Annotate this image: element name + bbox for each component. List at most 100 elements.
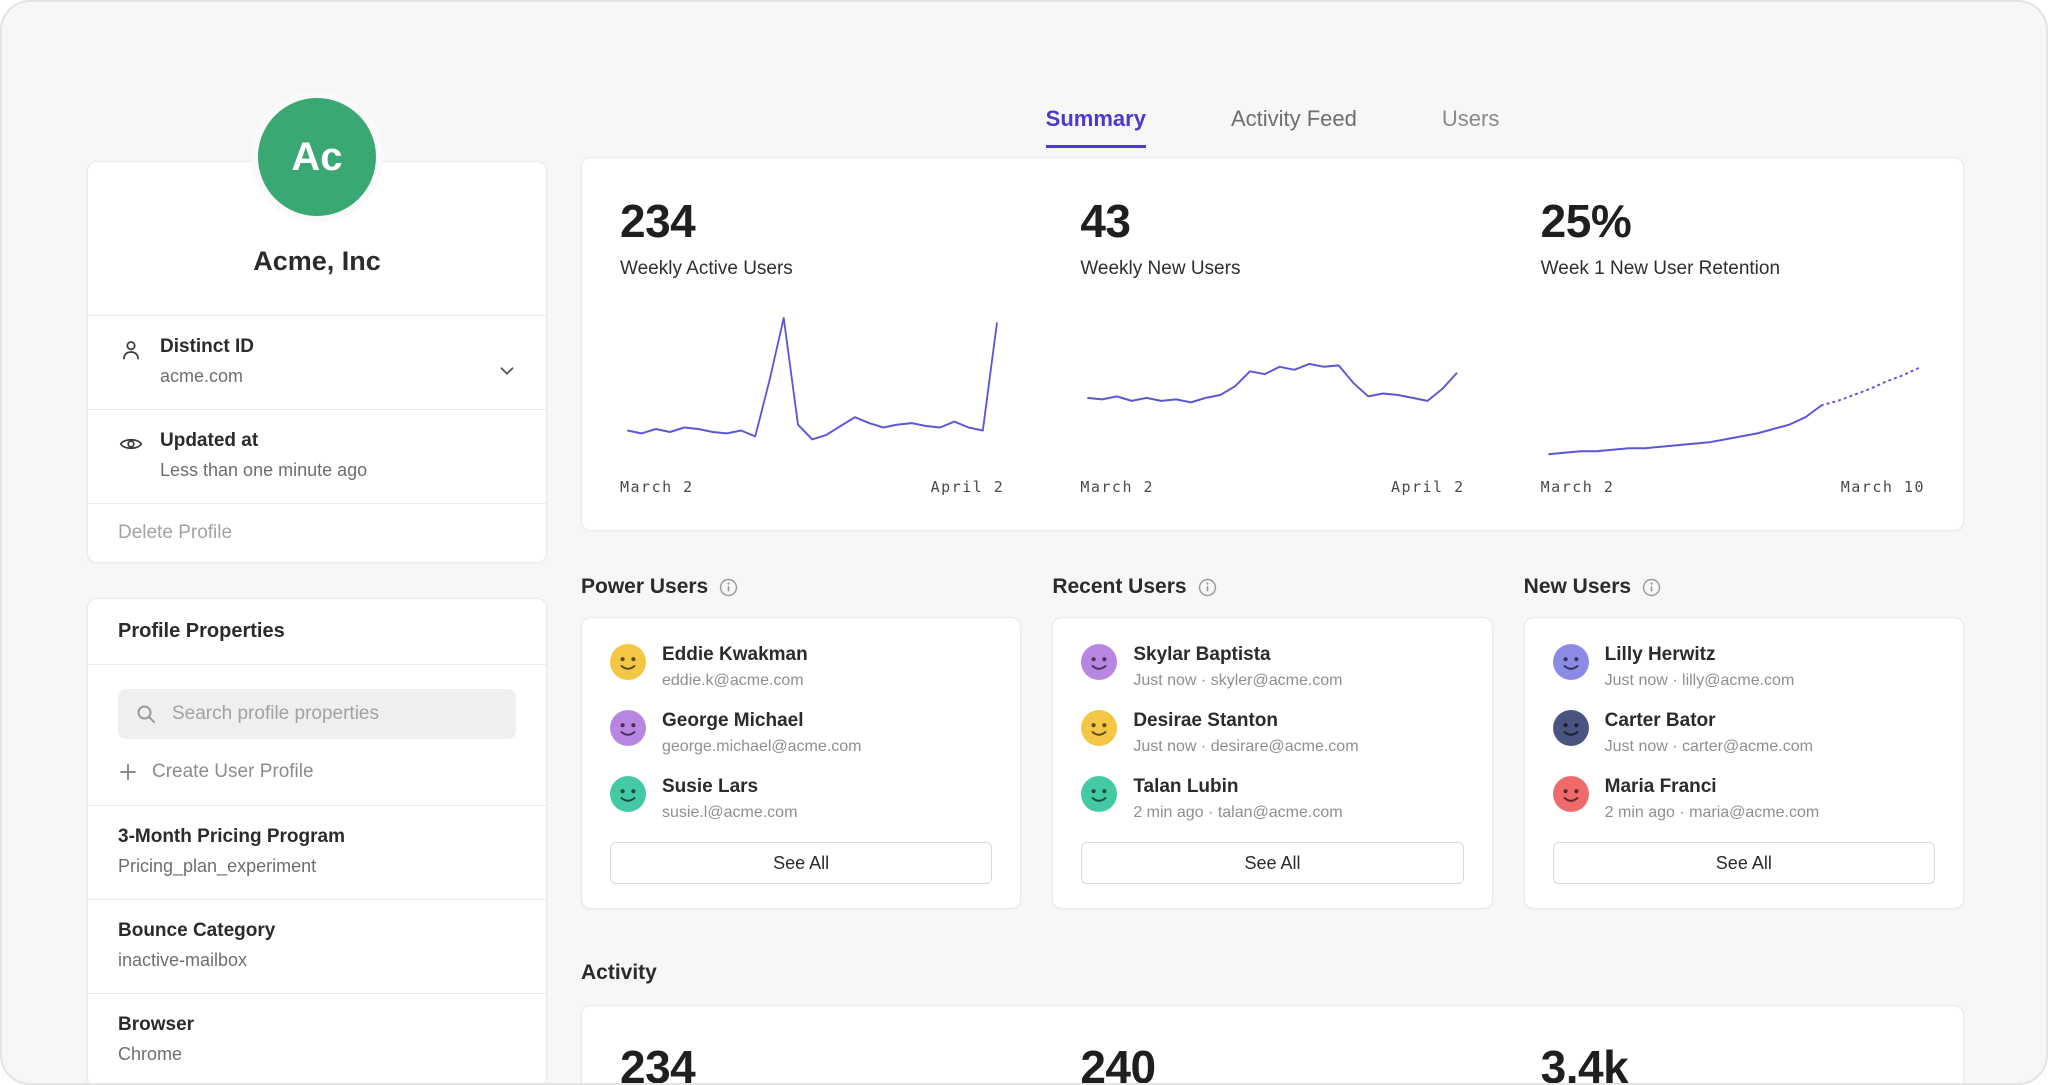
see-all-button[interactable]: See All [1081, 842, 1463, 884]
list-header: Recent Users [1052, 575, 1492, 599]
list-title: New Users [1524, 575, 1631, 599]
updated-at-row: Updated at Less than one minute ago [88, 409, 546, 503]
list-header: New Users [1524, 575, 1964, 599]
company-avatar: Ac [251, 91, 383, 223]
user-avatar [610, 644, 646, 680]
activity-section-title: Activity [581, 961, 1964, 985]
user-detail: eddie.k@acme.com [662, 672, 808, 690]
user-name: Desirae Stanton [1133, 710, 1358, 732]
info-icon[interactable] [1642, 578, 1661, 597]
user-detail: Just now · carter@acme.com [1605, 738, 1813, 756]
app-window: Ac Acme, Inc Distinct ID acme.com [0, 0, 2048, 1085]
plus-icon [118, 762, 138, 782]
user-row[interactable]: Talan Lubin 2 min ago · talan@acme.com [1081, 776, 1463, 822]
x-axis: March 2 April 2 [620, 478, 1004, 496]
user-row[interactable]: Skylar Baptista Just now · skyler@acme.c… [1081, 644, 1463, 690]
stat-week1-retention: 25% Week 1 New User Retention March 2 Ma… [1503, 194, 1963, 530]
x-axis: March 2 March 10 [1541, 478, 1925, 496]
user-list-power-users: Power Users Eddie Kwakman eddie.k@acme.c… [581, 575, 1021, 909]
updated-at-label: Updated at [160, 430, 367, 452]
user-row[interactable]: Desirae Stanton Just now · desirare@acme… [1081, 710, 1463, 756]
list-title: Power Users [581, 575, 708, 599]
property-row[interactable]: Browser Chrome [88, 993, 546, 1085]
user-row[interactable]: George Michael george.michael@acme.com [610, 710, 992, 756]
axis-tick: April 2 [1391, 478, 1465, 496]
see-all-button[interactable]: See All [610, 842, 992, 884]
tab-bar: Summary Activity Feed Users [581, 106, 1964, 148]
delete-profile-button[interactable]: Delete Profile [88, 503, 546, 562]
property-name: Browser [118, 1014, 516, 1036]
user-avatar [1553, 710, 1589, 746]
activity-stat: 240 [1042, 1040, 1502, 1085]
user-detail: Just now · skyler@acme.com [1133, 672, 1342, 690]
list-title: Recent Users [1052, 575, 1186, 599]
user-row[interactable]: Maria Franci 2 min ago · maria@acme.com [1553, 776, 1935, 822]
axis-tick: March 2 [1541, 478, 1615, 496]
weekly-active-users-chart [620, 308, 1004, 476]
user-list-card: Skylar Baptista Just now · skyler@acme.c… [1052, 617, 1492, 909]
tab-users[interactable]: Users [1442, 106, 1499, 148]
updated-at-value: Less than one minute ago [160, 460, 367, 481]
user-avatar [610, 710, 646, 746]
user-avatar [1553, 776, 1589, 812]
property-row[interactable]: Bounce Category inactive-mailbox [88, 899, 546, 993]
user-name: Maria Franci [1605, 776, 1820, 798]
list-header: Power Users [581, 575, 1021, 599]
company-avatar-initials: Ac [291, 135, 342, 180]
user-row[interactable]: Susie Lars susie.l@acme.com [610, 776, 992, 822]
info-icon[interactable] [1198, 578, 1217, 597]
user-list-card: Eddie Kwakman eddie.k@acme.com George Mi… [581, 617, 1021, 909]
create-user-profile-button[interactable]: Create User Profile [118, 761, 516, 783]
chevron-down-icon[interactable] [496, 360, 518, 382]
user-row[interactable]: Carter Bator Just now · carter@acme.com [1553, 710, 1935, 756]
distinct-id-row[interactable]: Distinct ID acme.com [88, 315, 546, 409]
stat-label: Week 1 New User Retention [1541, 258, 1925, 280]
search-profile-properties-input[interactable] [118, 689, 516, 739]
stat-value: 43 [1080, 194, 1464, 248]
axis-tick: April 2 [931, 478, 1005, 496]
user-name: George Michael [662, 710, 861, 732]
user-name: Talan Lubin [1133, 776, 1342, 798]
see-all-button[interactable]: See All [1553, 842, 1935, 884]
user-detail: susie.l@acme.com [662, 804, 797, 822]
property-row[interactable]: 3-Month Pricing Program Pricing_plan_exp… [88, 805, 546, 899]
user-avatar [610, 776, 646, 812]
user-detail: Just now · desirare@acme.com [1133, 738, 1358, 756]
stat-value: 240 [1080, 1040, 1464, 1085]
week1-retention-chart [1541, 308, 1925, 476]
activity-card: 234 240 3.4k [581, 1005, 1964, 1085]
x-axis: March 2 April 2 [1080, 478, 1464, 496]
profile-properties-card: Profile Properties Create User Profile 3… [87, 598, 547, 1085]
user-name: Skylar Baptista [1133, 644, 1342, 666]
property-name: Bounce Category [118, 920, 516, 942]
axis-tick: March 2 [620, 478, 694, 496]
user-avatar [1081, 710, 1117, 746]
user-row[interactable]: Eddie Kwakman eddie.k@acme.com [610, 644, 992, 690]
tab-activity-feed[interactable]: Activity Feed [1231, 106, 1357, 148]
stat-label: Weekly Active Users [620, 258, 1004, 280]
property-value: inactive-mailbox [118, 950, 516, 971]
search-wrap [118, 689, 516, 739]
tab-summary[interactable]: Summary [1046, 106, 1146, 148]
user-name: Lilly Herwitz [1605, 644, 1795, 666]
main-content: Summary Activity Feed Users 234 Weekly A… [581, 106, 1964, 1085]
eye-icon [118, 431, 144, 457]
user-avatar [1081, 776, 1117, 812]
stat-value: 234 [620, 1040, 1004, 1085]
user-list-new-users: New Users Lilly Herwitz Just now · lilly… [1524, 575, 1964, 909]
user-name: Carter Bator [1605, 710, 1813, 732]
weekly-new-users-chart [1080, 308, 1464, 476]
distinct-id-value: acme.com [160, 366, 254, 387]
stat-weekly-new-users: 43 Weekly New Users March 2 April 2 [1042, 194, 1502, 530]
info-icon[interactable] [719, 578, 738, 597]
user-detail: 2 min ago · maria@acme.com [1605, 804, 1820, 822]
stat-label: Weekly New Users [1080, 258, 1464, 280]
user-avatar [1553, 644, 1589, 680]
axis-tick: March 2 [1080, 478, 1154, 496]
search-icon [134, 702, 158, 726]
stat-value: 234 [620, 194, 1004, 248]
user-row[interactable]: Lilly Herwitz Just now · lilly@acme.com [1553, 644, 1935, 690]
user-list-recent-users: Recent Users Skylar Baptista Just now · … [1052, 575, 1492, 909]
stat-weekly-active-users: 234 Weekly Active Users March 2 April 2 [582, 194, 1042, 530]
person-icon [118, 337, 144, 363]
